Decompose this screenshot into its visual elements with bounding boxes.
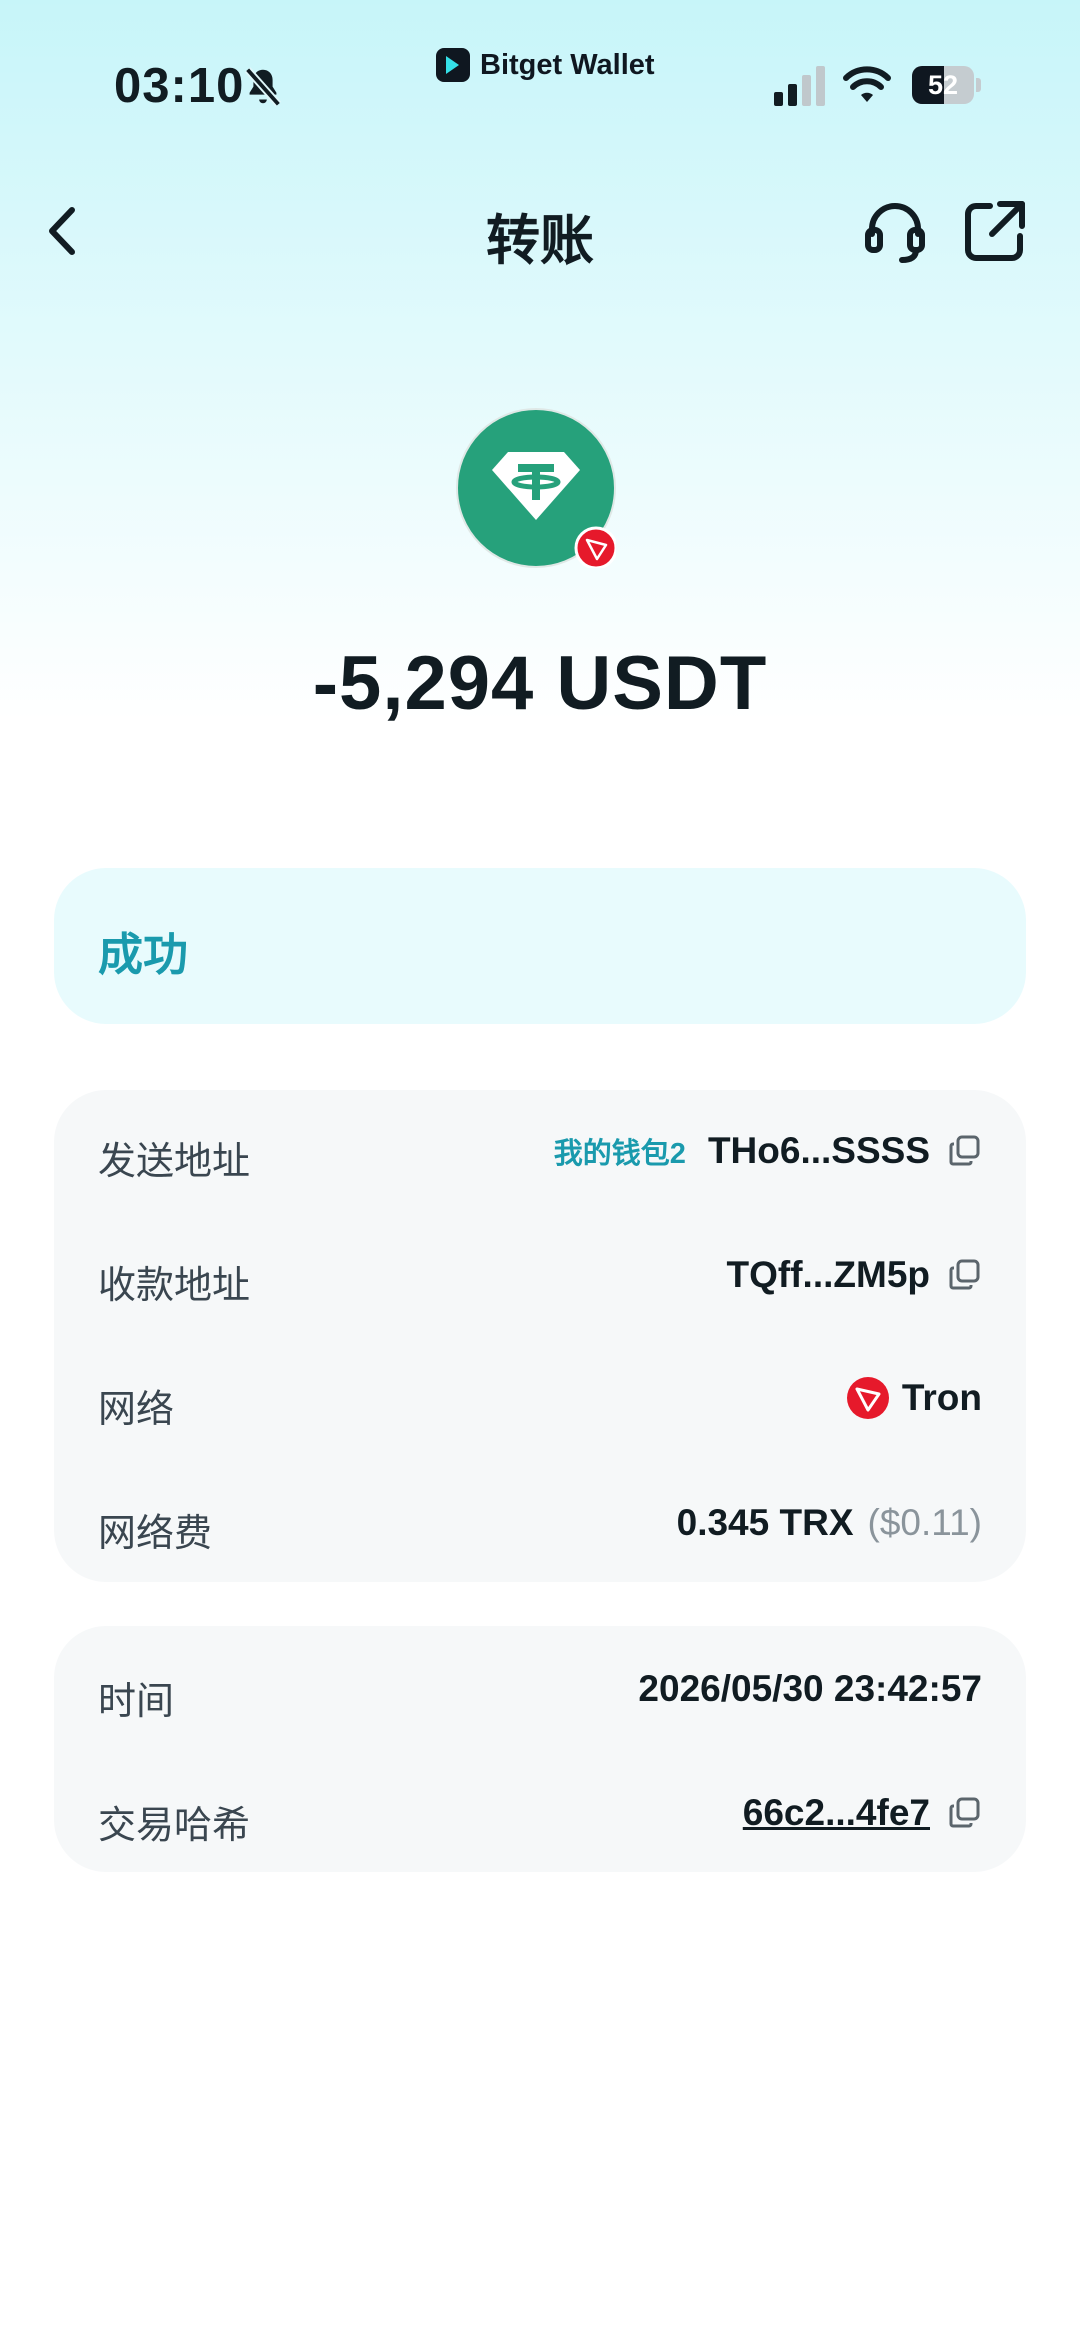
brand: Bitget Wallet	[436, 48, 655, 82]
copy-icon[interactable]	[948, 1134, 982, 1168]
hash-link[interactable]: 66c2...4fe7	[743, 1792, 930, 1834]
share-icon[interactable]	[960, 196, 1030, 266]
receiver-value: TQff...ZM5p	[727, 1254, 982, 1296]
status-text: 成功	[98, 929, 189, 980]
fee-label: 网络费	[98, 1513, 213, 1555]
tron-icon	[846, 1377, 889, 1419]
bell-slash-icon	[244, 67, 282, 107]
battery-level-text: 52	[927, 70, 959, 100]
time-label: 时间	[98, 1681, 175, 1723]
usdt-token-icon	[456, 408, 616, 568]
copy-icon[interactable]	[948, 1258, 982, 1292]
status-card	[54, 868, 1026, 1024]
hash-value: 66c2...4fe7	[743, 1792, 982, 1834]
fee-value: 0.345 TRX ($0.11)	[677, 1502, 982, 1544]
cellular-signal-icon	[774, 66, 825, 106]
receiver-address: TQff...ZM5p	[726, 1254, 930, 1295]
network-label: 网络	[98, 1389, 175, 1431]
copy-icon[interactable]	[948, 1796, 982, 1830]
transaction-amount: -5,294 USDT	[312, 641, 768, 726]
sender-wallet-name: 我的钱包2	[553, 1138, 686, 1170]
sender-address: THo6...SSSS	[707, 1130, 930, 1171]
status-time: 03:10	[114, 59, 245, 113]
fee-amount: 0.345 TRX	[676, 1502, 854, 1543]
tron-badge-icon	[574, 526, 616, 568]
network-name: Tron	[901, 1377, 982, 1418]
time-value: 2026/05/30 23:42:57	[638, 1668, 982, 1710]
battery-indicator: 52	[912, 66, 982, 104]
network-value: Tron	[846, 1376, 982, 1420]
brand-name: Bitget Wallet	[480, 48, 655, 81]
receiver-label: 收款地址	[98, 1265, 251, 1307]
bitget-logo-icon	[436, 48, 470, 82]
hash-label: 交易哈希	[98, 1805, 251, 1847]
fee-usd: ($0.11)	[867, 1502, 983, 1543]
sender-label: 发送地址	[98, 1141, 251, 1183]
sender-value: 我的钱包2 THo6...SSSS	[554, 1130, 982, 1172]
time-text: 2026/05/30 23:42:57	[638, 1668, 982, 1709]
headset-icon[interactable]	[860, 196, 930, 266]
wifi-icon	[843, 66, 891, 102]
